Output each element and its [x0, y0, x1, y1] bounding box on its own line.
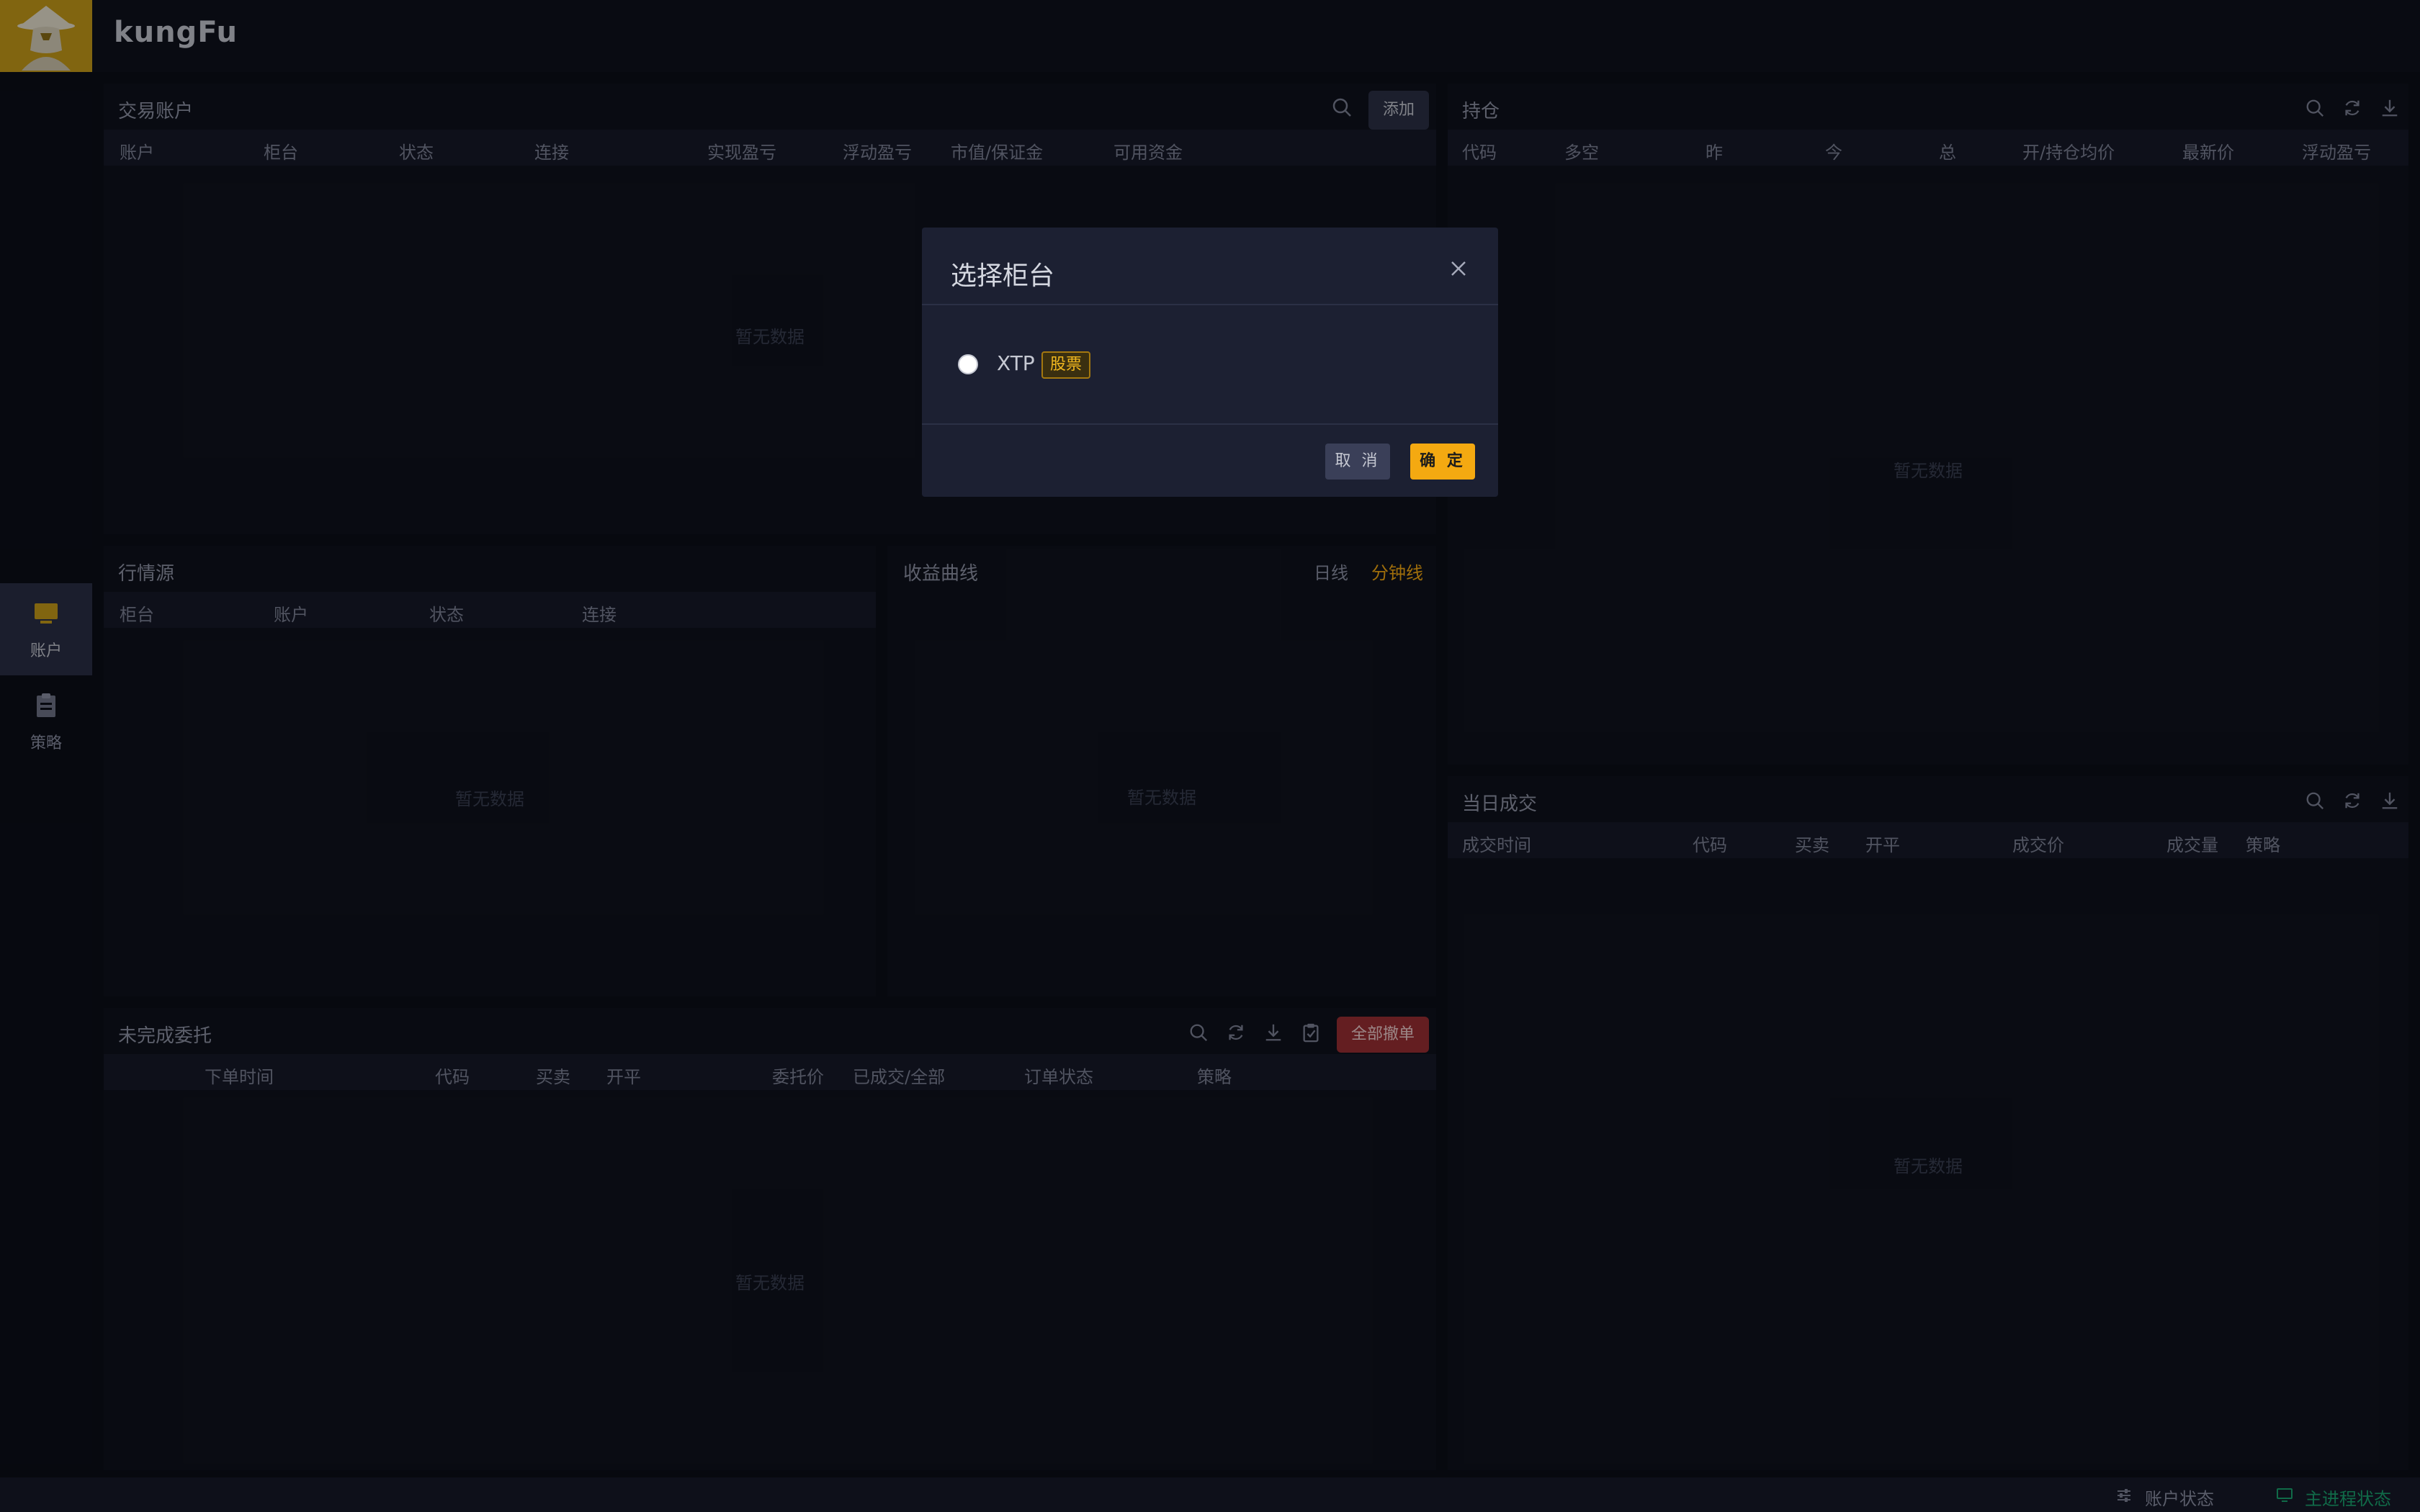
modal-overlay[interactable] [0, 0, 2420, 1512]
close-icon[interactable] [1449, 259, 1468, 278]
radio-xtp[interactable] [958, 354, 978, 374]
option-label[interactable]: XTP [997, 351, 1035, 375]
confirm-button[interactable]: 确 定 [1410, 444, 1475, 480]
modal-title: 选择柜台 [951, 261, 1055, 291]
divider [922, 423, 1498, 425]
cancel-button[interactable]: 取 消 [1325, 444, 1390, 480]
divider [922, 304, 1498, 305]
select-counter-modal: 选择柜台 XTP 股票 取 消 确 定 [922, 228, 1498, 497]
option-tag: 股票 [1041, 351, 1091, 379]
